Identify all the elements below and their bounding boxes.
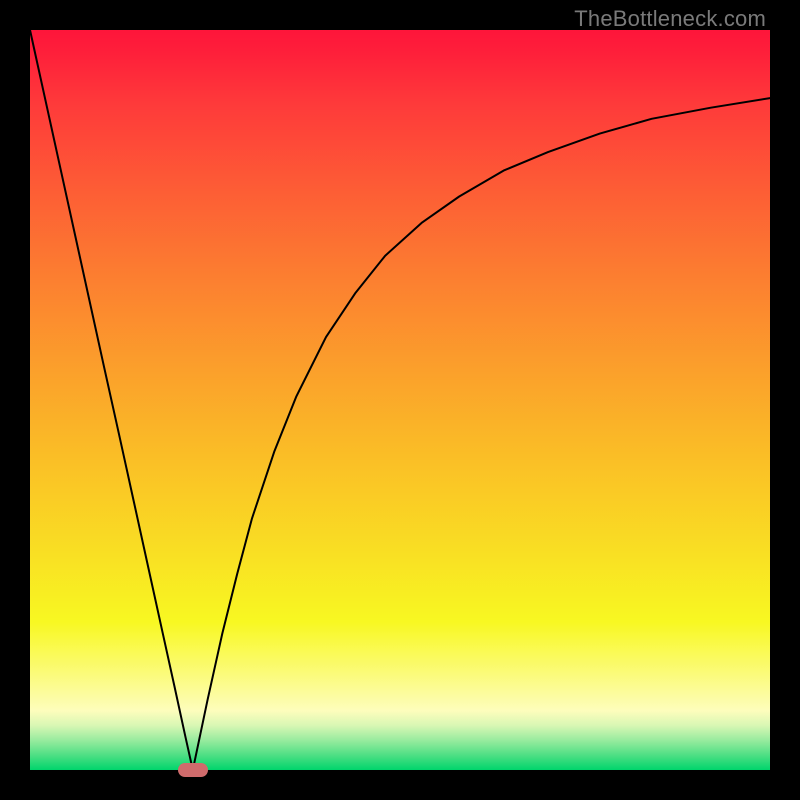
chart-frame (30, 30, 770, 770)
bottleneck-curve (30, 30, 770, 770)
curve-svg (30, 30, 770, 770)
watermark-text: TheBottleneck.com (574, 6, 766, 32)
optimal-marker (178, 763, 208, 777)
